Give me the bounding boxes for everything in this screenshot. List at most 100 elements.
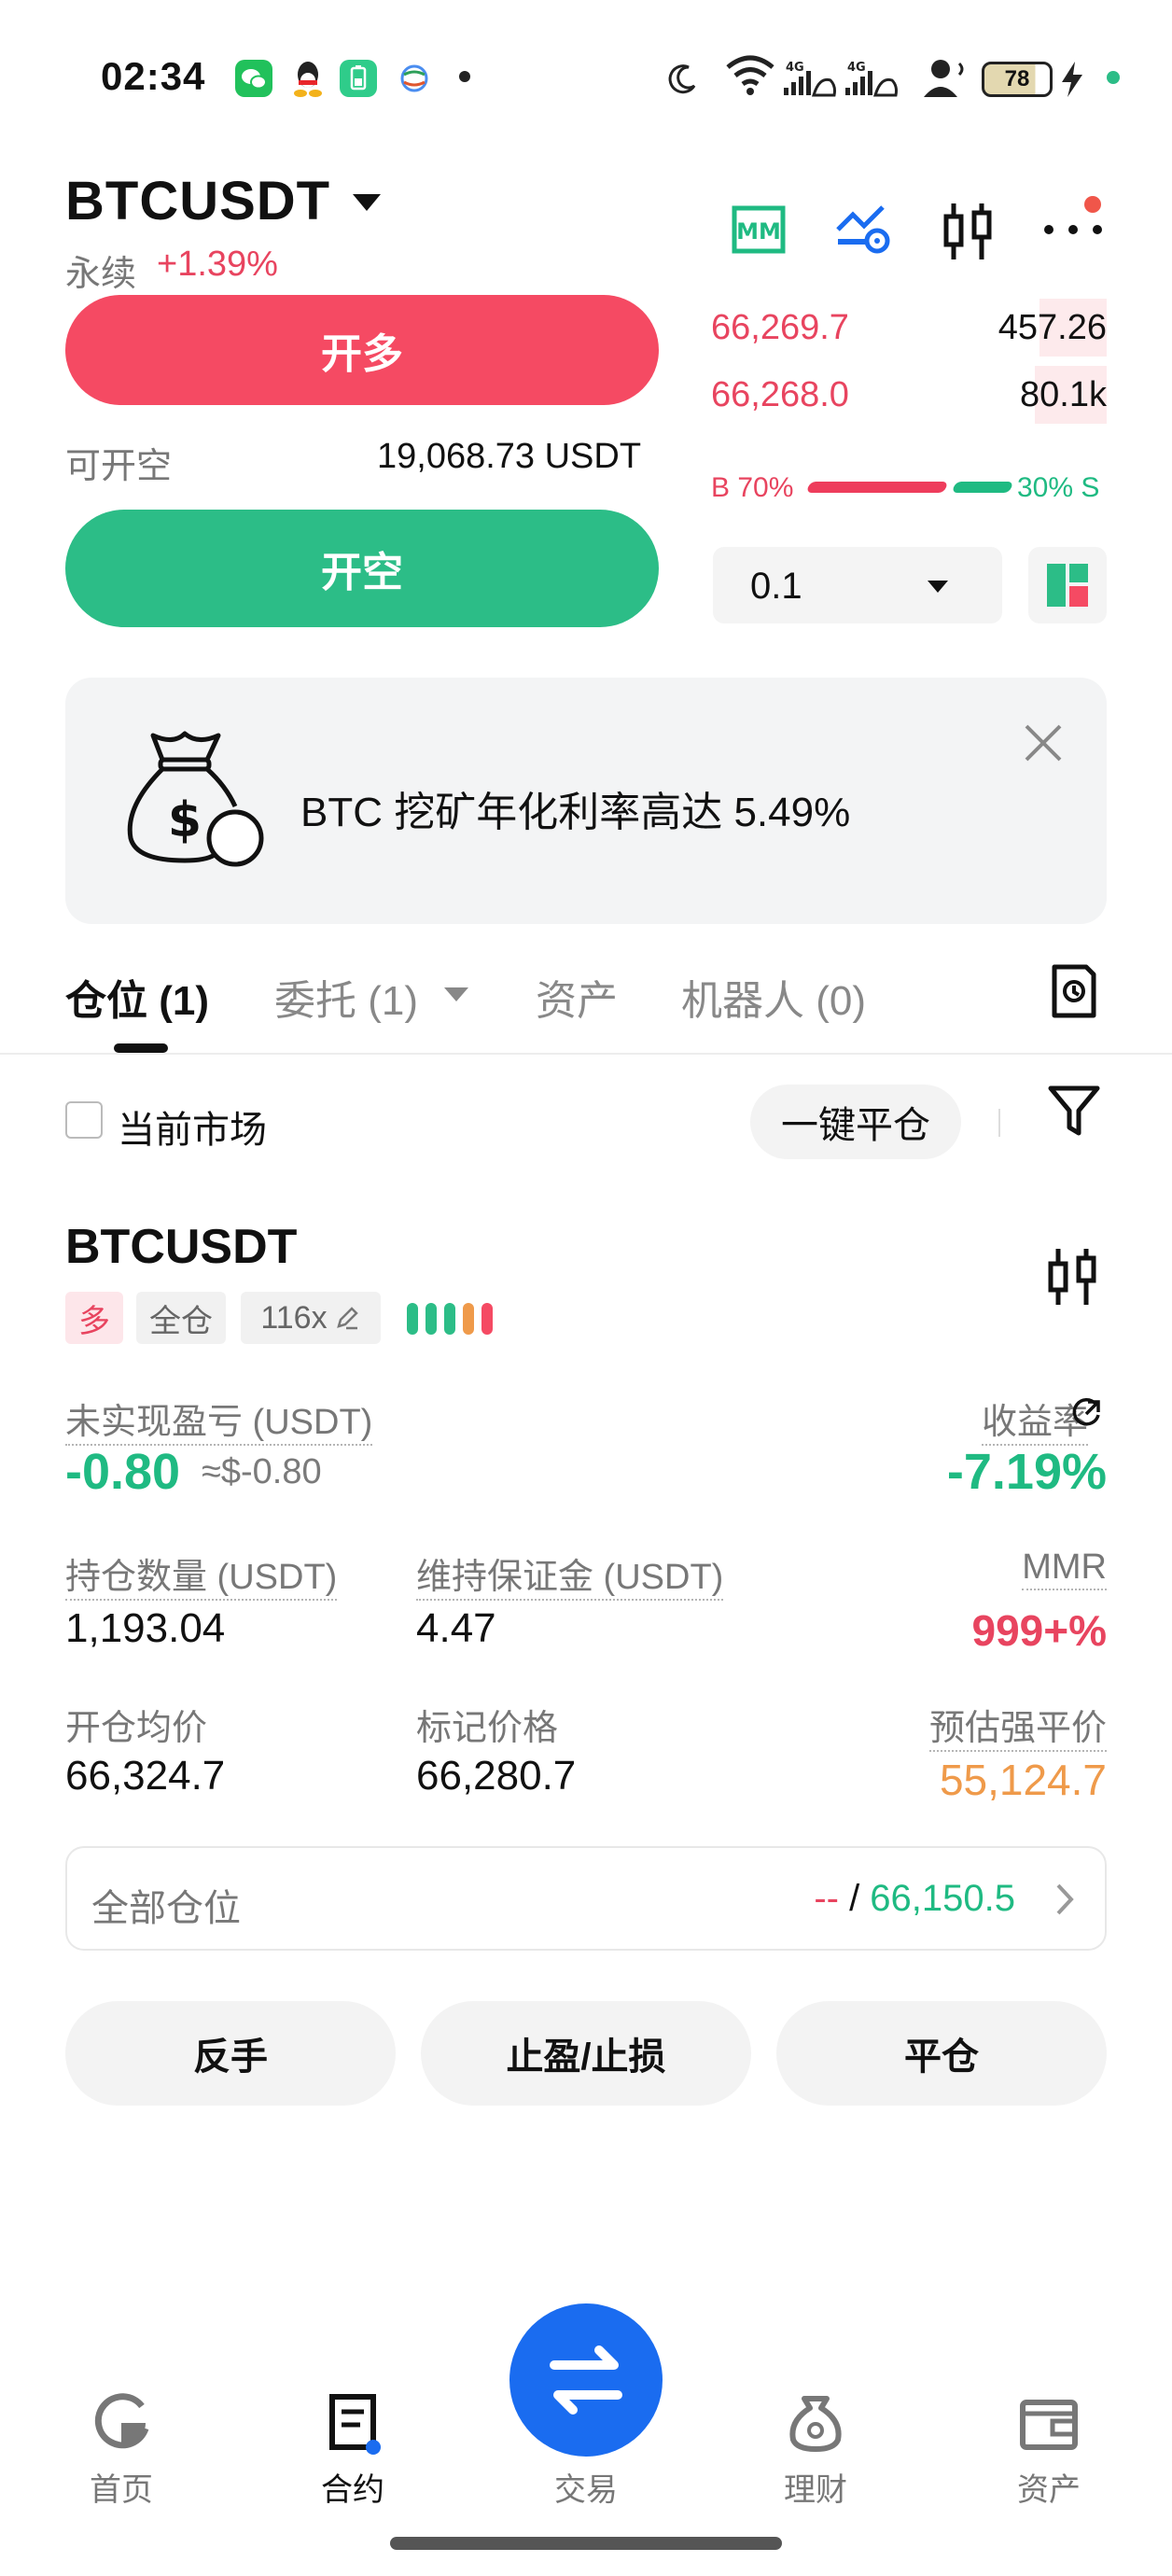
mmr-label-text: MMR bbox=[1022, 1547, 1107, 1590]
all-positions-value: -- / 66,150.5 bbox=[814, 1878, 1015, 1920]
current-market-label[interactable]: 当前市场 bbox=[118, 1099, 267, 1154]
pair-dropdown-icon[interactable] bbox=[353, 194, 381, 211]
leverage-value: 116x bbox=[260, 1299, 328, 1336]
sell-ratio: 30% S bbox=[1017, 472, 1100, 503]
tab-bots[interactable]: 机器人 (0) bbox=[681, 967, 866, 1027]
dot-icon bbox=[459, 71, 470, 82]
filter-icon[interactable] bbox=[1047, 1083, 1101, 1141]
open-long-button[interactable]: 开多 bbox=[65, 295, 659, 405]
more-icon[interactable] bbox=[1041, 215, 1107, 243]
mark-price-value: 66,280.7 bbox=[416, 1753, 577, 1799]
tab-divider bbox=[0, 1053, 1172, 1055]
reverse-button[interactable]: 反手 bbox=[65, 2001, 396, 2106]
signal-4g-icon: 4G bbox=[782, 58, 838, 99]
money-bag-icon: $ bbox=[127, 731, 264, 867]
depth-precision-select[interactable]: 0.1 bbox=[713, 547, 1002, 623]
wifi-icon bbox=[724, 52, 776, 99]
ask-price: 66,268.0 bbox=[711, 375, 849, 414]
close-all-button[interactable]: 一键平仓 bbox=[750, 1085, 961, 1159]
active-tab-indicator bbox=[114, 1043, 168, 1053]
position-symbol: BTCUSDT bbox=[65, 1220, 298, 1274]
nav-contract-label: 合约 bbox=[321, 2472, 384, 2508]
qq-icon bbox=[289, 58, 327, 99]
tab-orders[interactable]: 委托 (1) bbox=[274, 967, 418, 1027]
history-icon[interactable] bbox=[1049, 963, 1099, 1019]
all-positions-row[interactable]: 全部仓位 -- / 66,150.5 bbox=[65, 1846, 1107, 1951]
open-short-button[interactable]: 开空 bbox=[65, 510, 659, 627]
wallet-icon bbox=[1020, 2400, 1078, 2450]
edit-icon bbox=[336, 1307, 358, 1330]
nav-contract[interactable]: 合约 bbox=[287, 2389, 418, 2508]
promo-banner[interactable]: $ BTC 挖矿年化利率高达 5.49% bbox=[65, 678, 1107, 924]
risk-level-bar bbox=[444, 1303, 455, 1335]
nav-home[interactable]: 首页 bbox=[56, 2389, 187, 2508]
pair-title[interactable]: BTCUSDT bbox=[65, 170, 330, 232]
unrealized-pnl-value: -0.80 bbox=[65, 1444, 181, 1500]
close-position-button[interactable]: 平仓 bbox=[776, 2001, 1107, 2106]
tab-assets[interactable]: 资产 bbox=[536, 967, 618, 1027]
battery-app-icon bbox=[340, 60, 377, 97]
liq-price-value: 55,124.7 bbox=[939, 1756, 1107, 1804]
risk-level-bar bbox=[426, 1303, 437, 1335]
trade-button[interactable] bbox=[509, 2303, 663, 2457]
orderbook-ask-row[interactable]: 66,269.7 457.26 bbox=[709, 299, 1107, 357]
depth-precision-value: 0.1 bbox=[750, 566, 802, 607]
svg-text:$: $ bbox=[168, 792, 202, 848]
candlestick-icon[interactable] bbox=[941, 202, 997, 261]
user-sound-icon bbox=[920, 56, 969, 101]
ask-price: 66,269.7 bbox=[711, 308, 849, 347]
mmr-label: MMR bbox=[1022, 1547, 1107, 1590]
side-tag: 多 bbox=[65, 1292, 123, 1344]
share-icon[interactable] bbox=[1067, 1394, 1105, 1432]
nav-earn[interactable]: 理财 bbox=[750, 2389, 881, 2508]
mm-icon[interactable]: MM bbox=[732, 205, 786, 256]
signal-4g-icon: 4G bbox=[844, 58, 900, 99]
close-icon[interactable] bbox=[1023, 722, 1064, 763]
wechat-icon bbox=[235, 60, 272, 97]
notification-dot bbox=[1084, 196, 1101, 213]
liq-price-label: 预估强平价 bbox=[928, 1699, 1107, 1752]
svg-text:4G: 4G bbox=[847, 61, 866, 75]
status-dot bbox=[1107, 71, 1120, 84]
all-positions-separator: / bbox=[838, 1878, 871, 1919]
tpsl-button[interactable]: 止盈/止损 bbox=[421, 2001, 751, 2106]
contract-type: 永续 bbox=[65, 255, 137, 294]
maint-margin-label: 维持保证金 (USDT) bbox=[416, 1547, 724, 1601]
banner-text: BTC 挖矿年化利率高达 5.49% bbox=[300, 790, 851, 835]
available-value: 19,068.73 USDT bbox=[377, 437, 642, 476]
current-market-checkbox[interactable] bbox=[65, 1101, 103, 1139]
orderbook-layout-button[interactable] bbox=[1028, 547, 1107, 623]
layout-icon bbox=[1047, 564, 1088, 607]
chart-settings-icon[interactable] bbox=[834, 203, 896, 258]
earn-icon bbox=[789, 2396, 842, 2452]
orders-dropdown-icon[interactable] bbox=[444, 987, 468, 1001]
size-value: 1,193.04 bbox=[65, 1605, 226, 1651]
contract-icon bbox=[329, 2394, 381, 2455]
mmr-value: 999+% bbox=[971, 1606, 1107, 1655]
buy-ratio: B 70% bbox=[711, 472, 794, 503]
svg-text:MM: MM bbox=[736, 218, 781, 245]
all-positions-value-a: -- bbox=[814, 1878, 839, 1919]
available-label: 可开空 bbox=[65, 447, 173, 486]
orderbook-ask-row[interactable]: 66,268.0 80.1k bbox=[709, 366, 1107, 424]
network-app-icon bbox=[396, 60, 433, 97]
price-change: +1.39% bbox=[157, 245, 278, 284]
risk-level-bar bbox=[407, 1303, 418, 1335]
all-positions-value-b: 66,150.5 bbox=[870, 1878, 1015, 1919]
ask-qty: 457.26 bbox=[998, 308, 1107, 347]
mark-price-label: 标记价格 bbox=[416, 1709, 559, 1748]
tab-positions[interactable]: 仓位 (1) bbox=[65, 967, 209, 1027]
nav-assets[interactable]: 资产 bbox=[984, 2389, 1114, 2508]
sell-ratio-bar bbox=[951, 482, 1014, 493]
candlestick-icon[interactable] bbox=[1047, 1247, 1099, 1307]
home-icon bbox=[94, 2393, 149, 2449]
unrealized-pnl-usd: ≈$-0.80 bbox=[202, 1452, 322, 1491]
home-indicator[interactable] bbox=[390, 2537, 782, 2550]
leverage-tag[interactable]: 116x bbox=[241, 1292, 381, 1344]
status-time: 02:34 bbox=[101, 54, 206, 98]
liq-price-label-text: 预估强平价 bbox=[928, 1709, 1107, 1752]
nav-trade-label: 交易 bbox=[554, 2472, 618, 2508]
margin-mode-tag[interactable]: 全仓 bbox=[136, 1292, 226, 1344]
nav-earn-label: 理财 bbox=[784, 2472, 847, 2508]
roe-value: -7.19% bbox=[946, 1444, 1107, 1500]
